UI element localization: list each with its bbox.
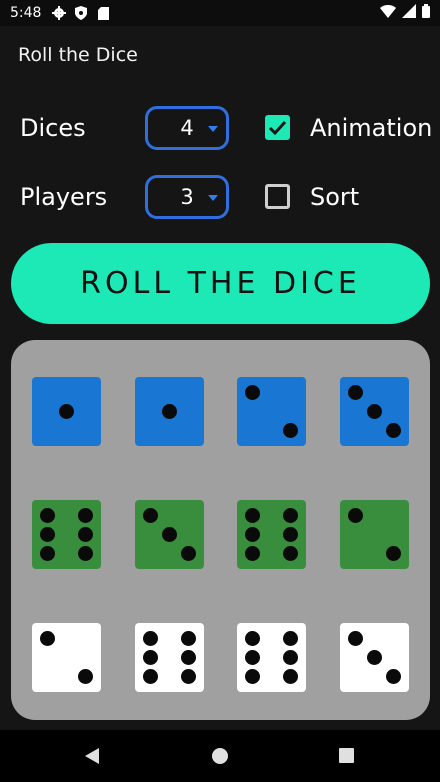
home-icon[interactable] xyxy=(212,748,228,768)
die-pip xyxy=(39,527,55,542)
die-pip xyxy=(142,630,158,646)
die-pip xyxy=(162,527,177,542)
die-player-3-2 xyxy=(135,623,204,692)
die-pip xyxy=(78,669,94,685)
navigation-bar xyxy=(0,730,440,782)
die-pip xyxy=(283,507,299,523)
roll-the-dice-button[interactable]: ROLL THE DICE xyxy=(11,243,430,324)
die-pip xyxy=(283,650,299,665)
settings-gear-icon xyxy=(51,6,67,20)
die-player-2-1 xyxy=(32,500,101,569)
dices-spinner-value: 4 xyxy=(180,116,194,140)
die-player-2-4 xyxy=(340,500,409,569)
sort-checkbox[interactable] xyxy=(265,184,290,209)
animation-label: Animation xyxy=(310,114,433,142)
status-bar: 5:48 xyxy=(0,0,440,26)
dropdown-caret-icon xyxy=(208,126,218,132)
die-pip xyxy=(347,630,363,646)
sd-card-icon xyxy=(95,6,111,20)
die-pip xyxy=(244,650,260,665)
die-pip xyxy=(181,630,197,646)
players-spinner[interactable]: 3 xyxy=(145,175,229,219)
die-pip xyxy=(367,404,382,419)
die-pip xyxy=(78,527,94,542)
die-pip xyxy=(78,507,94,523)
die-pip xyxy=(244,507,260,523)
die-pip xyxy=(244,669,260,685)
sort-label: Sort xyxy=(310,183,360,211)
signal-icon xyxy=(402,4,416,22)
app-title: Roll the Dice xyxy=(18,44,138,66)
recents-icon[interactable] xyxy=(339,748,354,767)
die-pip xyxy=(386,546,402,562)
dices-spinner[interactable]: 4 xyxy=(145,106,229,150)
players-spinner-value: 3 xyxy=(180,185,194,209)
die-player-2-3 xyxy=(237,500,306,569)
die-pip xyxy=(283,546,299,562)
die-pip xyxy=(39,546,55,562)
die-pip xyxy=(283,630,299,646)
die-pip xyxy=(244,527,260,542)
players-label: Players xyxy=(20,183,108,211)
die-pip xyxy=(39,507,55,523)
die-pip xyxy=(386,669,402,685)
die-player-3-4 xyxy=(340,623,409,692)
checkmark-icon xyxy=(268,120,287,136)
die-pip xyxy=(78,546,94,562)
die-player-3-3 xyxy=(237,623,306,692)
die-player-1-1 xyxy=(32,377,101,446)
die-pip xyxy=(244,630,260,646)
die-player-3-1 xyxy=(32,623,101,692)
wifi-icon xyxy=(380,4,396,22)
die-pip xyxy=(347,507,363,523)
die-player-2-2 xyxy=(135,500,204,569)
dropdown-caret-icon xyxy=(208,195,218,201)
dices-label: Dices xyxy=(20,114,86,142)
back-icon[interactable] xyxy=(85,748,99,768)
status-time: 5:48 xyxy=(10,5,42,21)
die-pip xyxy=(386,423,402,439)
die-pip xyxy=(283,423,299,439)
die-pip xyxy=(59,404,74,419)
die-player-1-2 xyxy=(135,377,204,446)
die-pip xyxy=(142,507,158,523)
die-pip xyxy=(283,527,299,542)
battery-icon xyxy=(422,4,430,22)
die-player-1-3 xyxy=(237,377,306,446)
die-pip xyxy=(244,384,260,400)
animation-checkbox[interactable] xyxy=(265,115,290,140)
die-pip xyxy=(142,669,158,685)
die-pip xyxy=(244,546,260,562)
die-pip xyxy=(181,669,197,685)
die-pip xyxy=(367,650,382,665)
die-pip xyxy=(39,630,55,646)
die-pip xyxy=(283,669,299,685)
die-pip xyxy=(347,384,363,400)
die-pip xyxy=(181,650,197,665)
shield-icon xyxy=(73,6,89,20)
die-pip xyxy=(162,404,177,419)
dice-panel xyxy=(11,340,430,720)
die-pip xyxy=(181,546,197,562)
die-player-1-4 xyxy=(340,377,409,446)
die-pip xyxy=(142,650,158,665)
